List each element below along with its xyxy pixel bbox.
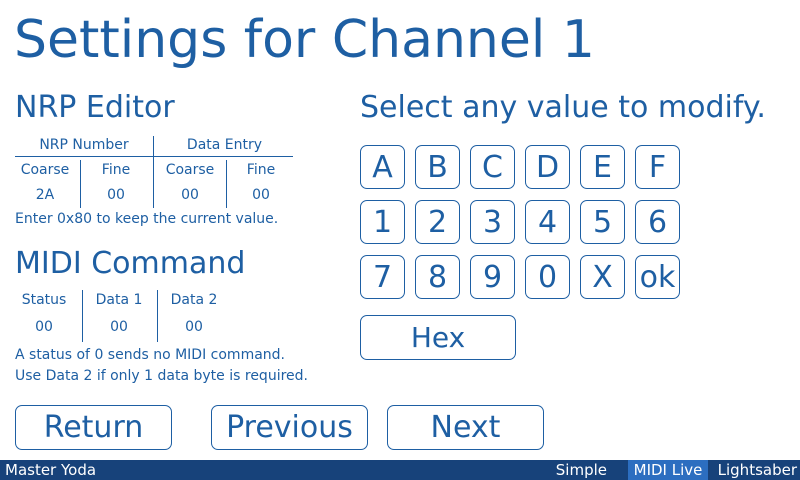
previous-button[interactable]: Previous	[211, 405, 368, 450]
key-8-button[interactable]: 8	[415, 255, 460, 299]
data-entry-col-header-fine: Fine	[246, 162, 276, 178]
key-d-button[interactable]: D	[525, 145, 570, 189]
midi-col-header-data2: Data 2	[170, 292, 218, 308]
mode-lightsaber-tab[interactable]: Lightsaber	[718, 460, 797, 480]
key-a-button[interactable]: A	[360, 145, 405, 189]
key-e-button[interactable]: E	[580, 145, 625, 189]
nrp-col-header-coarse: Coarse	[20, 162, 70, 178]
midi-note-data2: Use Data 2 if only 1 data byte is requir…	[15, 368, 308, 384]
nrp-number-group-label: NRP Number	[39, 137, 129, 153]
key-ok-button[interactable]: ok	[635, 255, 680, 299]
next-button[interactable]: Next	[387, 405, 544, 450]
user-name: Master Yoda	[5, 461, 97, 479]
hex-button[interactable]: Hex	[360, 315, 516, 360]
nrp-editor-heading: NRP Editor	[15, 90, 175, 125]
midi-data2-value[interactable]: 00	[158, 318, 230, 336]
nrp-coarse-value[interactable]: 2A	[12, 186, 78, 204]
mode-simple-tab[interactable]: Simple	[556, 460, 607, 480]
key-5-button[interactable]: 5	[580, 200, 625, 244]
keypad-prompt: Select any value to modify.	[360, 90, 766, 125]
key-6-button[interactable]: 6	[635, 200, 680, 244]
midi-col-divider	[82, 290, 83, 342]
key-3-button[interactable]: 3	[470, 200, 515, 244]
midi-command-heading: MIDI Command	[15, 246, 246, 281]
key-2-button[interactable]: 2	[415, 200, 460, 244]
key-0-button[interactable]: 0	[525, 255, 570, 299]
nrp-note: Enter 0x80 to keep the current value.	[15, 211, 279, 227]
key-f-button[interactable]: F	[635, 145, 680, 189]
key-b-button[interactable]: B	[415, 145, 460, 189]
status-bar: Master Yoda Simple MIDI Live Lightsaber	[0, 460, 800, 480]
midi-data1-value[interactable]: 00	[84, 318, 154, 336]
midi-col-header-data1: Data 1	[95, 292, 143, 308]
midi-status-value[interactable]: 00	[12, 318, 76, 336]
midi-note-status: A status of 0 sends no MIDI command.	[15, 347, 285, 363]
key-x-button[interactable]: X	[580, 255, 625, 299]
return-button[interactable]: Return	[15, 405, 172, 450]
midi-col-header-status: Status	[21, 292, 67, 308]
key-9-button[interactable]: 9	[470, 255, 515, 299]
key-c-button[interactable]: C	[470, 145, 515, 189]
data-entry-fine-value[interactable]: 00	[227, 186, 295, 204]
data-entry-col-header-coarse: Coarse	[165, 162, 215, 178]
page-title: Settings for Channel 1	[14, 10, 595, 70]
nrp-col-header-fine: Fine	[101, 162, 131, 178]
key-4-button[interactable]: 4	[525, 200, 570, 244]
key-1-button[interactable]: 1	[360, 200, 405, 244]
key-7-button[interactable]: 7	[360, 255, 405, 299]
mode-midi-live-tab[interactable]: MIDI Live	[628, 460, 708, 480]
nrp-header-divider	[15, 156, 293, 157]
data-entry-coarse-value[interactable]: 00	[154, 186, 226, 204]
data-entry-group-label: Data Entry	[186, 137, 263, 153]
nrp-fine-value[interactable]: 00	[81, 186, 151, 204]
